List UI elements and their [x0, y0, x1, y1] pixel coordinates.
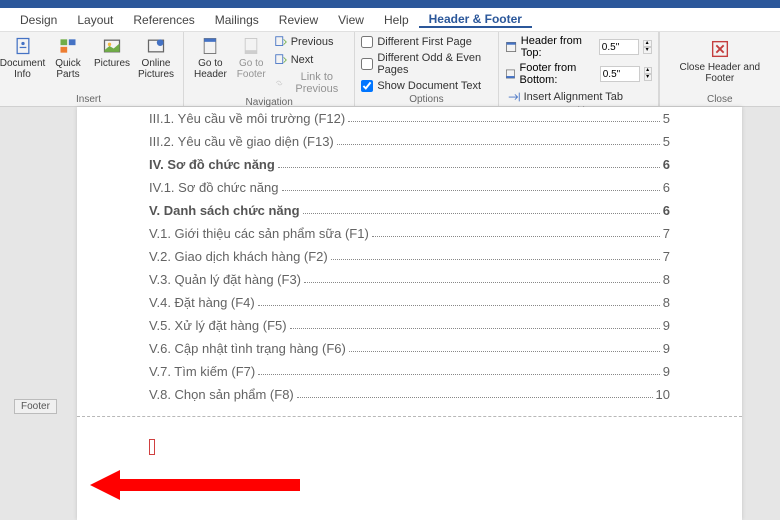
- group-position: Header from Top: ▴▾ Footer from Bottom: …: [499, 32, 659, 106]
- diff-first-page-checkbox[interactable]: Different First Page: [361, 36, 491, 48]
- footer-boundary: Footer: [77, 416, 742, 417]
- insert-alignment-tab-button[interactable]: Insert Alignment Tab: [505, 89, 652, 105]
- goto-header-button[interactable]: Go to Header: [190, 34, 231, 82]
- footer-bottom-label: Footer from Bottom:: [519, 62, 595, 86]
- toc-content: III.1. Yêu cầu về môi trường (F12)5III.2…: [77, 107, 742, 406]
- show-doc-text-checkbox[interactable]: Show Document Text: [361, 80, 491, 92]
- toc-line: V.4. Đặt hàng (F4)8: [149, 291, 670, 314]
- online-pictures-button[interactable]: Online Pictures: [135, 34, 177, 82]
- tab-help[interactable]: Help: [374, 13, 419, 27]
- title-bar: [0, 0, 780, 8]
- footer-bottom-input[interactable]: [600, 66, 640, 82]
- pictures-button[interactable]: Pictures: [91, 34, 133, 71]
- group-insert-label: Insert: [0, 93, 177, 106]
- link-icon: [274, 76, 285, 90]
- group-options-label: Options: [361, 93, 491, 106]
- toc-line: V.2. Giao dịch khách hàng (F2)7: [149, 245, 670, 268]
- next-button[interactable]: Next: [272, 52, 349, 68]
- footer-bottom-icon: [505, 67, 516, 81]
- document-info-button[interactable]: Document Info: [0, 34, 45, 82]
- header-top-input[interactable]: [599, 39, 639, 55]
- footer-spinner[interactable]: ▴▾: [644, 67, 652, 81]
- quick-parts-button[interactable]: Quick Parts: [47, 34, 89, 82]
- previous-button[interactable]: Previous: [272, 34, 349, 50]
- tab-review[interactable]: Review: [269, 13, 328, 27]
- tab-layout[interactable]: Layout: [67, 13, 123, 27]
- group-close-label: Close: [666, 93, 774, 106]
- tab-header-footer[interactable]: Header & Footer: [419, 12, 532, 28]
- ribbon-tabs: Design Layout References Mailings Review…: [0, 8, 780, 32]
- header-top-label: Header from Top:: [521, 35, 595, 59]
- quick-parts-icon: [58, 36, 78, 56]
- header-spinner[interactable]: ▴▾: [643, 40, 652, 54]
- footer-cursor[interactable]: [149, 439, 155, 455]
- toc-line: V.7. Tìm kiếm (F7)9: [149, 360, 670, 383]
- toc-line: V.1. Giới thiệu các sản phẩm sữa (F1)7: [149, 222, 670, 245]
- online-pictures-icon: [146, 36, 166, 56]
- toc-line: V.6. Cập nhật tình trạng hàng (F6)9: [149, 337, 670, 360]
- toc-line: IV. Sơ đồ chức năng6: [149, 153, 670, 176]
- toc-line: V.5. Xử lý đặt hàng (F5)9: [149, 314, 670, 337]
- header-top-icon: [505, 40, 517, 54]
- goto-header-icon: [200, 36, 220, 56]
- toc-line: III.1. Yêu cầu về môi trường (F12)5: [149, 107, 670, 130]
- footer-tag: Footer: [14, 399, 57, 414]
- document-page[interactable]: III.1. Yêu cầu về môi trường (F12)5III.2…: [77, 107, 742, 520]
- pictures-icon: [102, 36, 122, 56]
- tab-mailings[interactable]: Mailings: [205, 13, 269, 27]
- toc-line: V.3. Quản lý đặt hàng (F3)8: [149, 268, 670, 291]
- goto-footer-button[interactable]: Go to Footer: [233, 34, 270, 82]
- toc-line: IV.1. Sơ đồ chức năng6: [149, 176, 670, 199]
- close-icon: [709, 38, 731, 60]
- previous-icon: [274, 35, 288, 49]
- document-info-icon: [13, 36, 33, 56]
- tab-references[interactable]: References: [123, 13, 204, 27]
- link-previous-button[interactable]: Link to Previous: [272, 70, 349, 96]
- group-close: Close Header and Footer Close: [659, 32, 780, 106]
- alignment-tab-icon: [507, 90, 521, 104]
- next-icon: [274, 53, 288, 67]
- toc-line: V. Danh sách chức năng6: [149, 199, 670, 222]
- tab-design[interactable]: Design: [10, 13, 67, 27]
- close-header-footer-button[interactable]: Close Header and Footer: [666, 34, 774, 88]
- annotation-arrow: [90, 470, 310, 520]
- group-options: Different First Page Different Odd & Eve…: [355, 32, 498, 106]
- group-navigation: Go to Header Go to Footer Previous Next …: [184, 32, 355, 106]
- diff-odd-even-checkbox[interactable]: Different Odd & Even Pages: [361, 52, 491, 76]
- toc-line: III.2. Yêu cầu về giao diện (F13)5: [149, 130, 670, 153]
- toc-line: V.8. Chọn sản phẩm (F8)10: [149, 383, 670, 406]
- tab-view[interactable]: View: [328, 13, 374, 27]
- group-insert: Document Info Quick Parts Pictures Onlin…: [0, 32, 184, 106]
- ribbon: Document Info Quick Parts Pictures Onlin…: [0, 32, 780, 107]
- goto-footer-icon: [241, 36, 261, 56]
